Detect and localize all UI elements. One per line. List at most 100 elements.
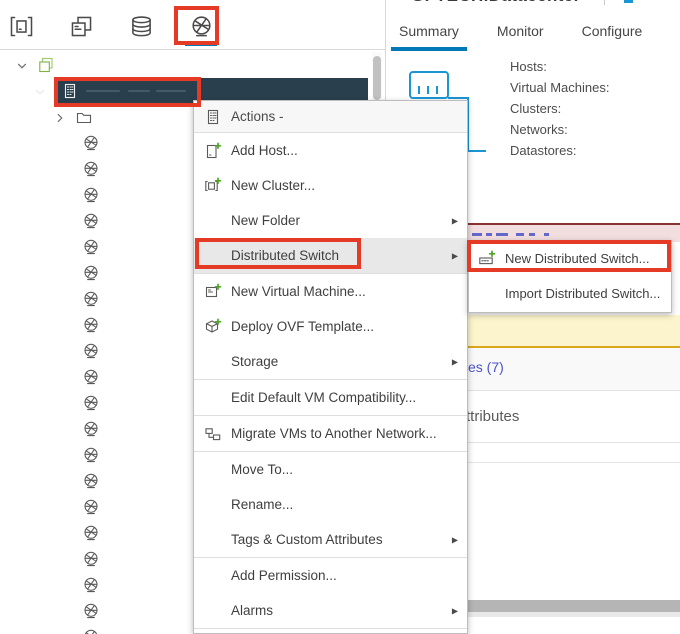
chevron-right-icon[interactable] (54, 111, 66, 123)
submenu-item-import-distributed-switch[interactable]: Import Distributed Switch... (469, 276, 671, 311)
menu-item-label: New Virtual Machine... (231, 284, 366, 299)
clipped-alarm-link[interactable] (472, 233, 482, 236)
network-icon (82, 524, 100, 542)
menu-item-label: Move To... (231, 462, 293, 477)
menu-item-new-virtual-machine[interactable]: New Virtual Machine... (194, 274, 467, 309)
menu-item-rename[interactable]: Rename... (194, 487, 467, 522)
tab-summary[interactable]: Summary (398, 20, 460, 48)
menu-item-label: New Cluster... (231, 178, 315, 193)
menu-icon-spacer (204, 531, 224, 549)
network-icon (82, 602, 100, 620)
network-icon (82, 420, 100, 438)
network-icon (82, 472, 100, 490)
network-icon (82, 498, 100, 516)
network-icon (82, 576, 100, 594)
clipped-alarm-link[interactable] (544, 233, 549, 236)
summary-stat-labels: Hosts:Virtual Machines:Clusters:Networks… (510, 56, 609, 161)
menu-icon-spacer (204, 353, 224, 371)
actions-menu-fragment[interactable] (624, 0, 633, 3)
summary-label: Virtual Machines: (510, 77, 609, 98)
menu-item-label: Actions - (231, 109, 284, 124)
annotation-box-networking-icon (174, 6, 219, 45)
clipped-alarm-link[interactable] (516, 233, 524, 236)
annotation-box-datacenter-row (54, 77, 201, 107)
menu-item-add-permission[interactable]: Add Permission... (194, 558, 467, 593)
menu-header-actions: Actions - (194, 101, 467, 132)
submenu-arrow-icon: ▶ (452, 606, 458, 615)
header-divider (604, 0, 605, 5)
storage-icon[interactable] (128, 13, 154, 39)
network-icon (82, 186, 100, 204)
submenu-item-label: Import Distributed Switch... (505, 286, 660, 301)
annotation-box-new-distributed-switch (467, 240, 671, 272)
menu-item-label: Add Permission... (231, 568, 337, 583)
menu-item-alarms[interactable]: Alarms ▶ (194, 593, 467, 628)
network-icon (82, 316, 100, 334)
network-icon (82, 368, 100, 386)
hosts-and-clusters-icon[interactable] (8, 13, 34, 39)
clipped-count-link[interactable]: es (7) (468, 359, 504, 375)
menu-item-label: Tags & Custom Attributes (231, 532, 383, 547)
tree-scrollbar-thumb[interactable] (373, 56, 381, 100)
clipped-alarm-link[interactable] (496, 233, 508, 236)
context-menu: Actions - Add Host... New Cluster... New Fo… (193, 100, 468, 634)
vsphere-client-window: GI-TECH.Datacenter Summary Monitor Configu… (0, 0, 680, 634)
vcenter-icon (37, 56, 55, 74)
chevron-down-icon[interactable] (34, 85, 46, 97)
menu-item-new-folder[interactable]: New Folder▶ (194, 203, 467, 238)
datacenter-icon (204, 108, 224, 126)
host-add-icon (204, 142, 224, 160)
horizontal-scrollbar-track (466, 612, 680, 617)
menu-separator (194, 628, 467, 629)
menu-item-storage[interactable]: Storage ▶ (194, 344, 467, 379)
network-icon (82, 628, 100, 634)
network-icon (82, 160, 100, 178)
submenu-arrow-icon: ▶ (452, 251, 458, 260)
annotation-box-distributed-switch (195, 238, 361, 269)
menu-item-move-to[interactable]: Move To... (194, 452, 467, 487)
cluster-add-icon (204, 177, 224, 195)
object-header-clipped: GI-TECH.Datacenter (386, 0, 680, 8)
tab-monitor[interactable]: Monitor (496, 20, 545, 48)
network-icon (82, 446, 100, 464)
network-icon (82, 550, 100, 568)
menu-item-migrate-vms-to-another-network[interactable]: Migrate VMs to Another Network... (194, 416, 467, 451)
network-icon (82, 342, 100, 360)
menu-item-label: Add Host... (231, 143, 298, 158)
menu-item-label: Storage (231, 354, 278, 369)
horizontal-scrollbar[interactable] (466, 600, 680, 612)
network-icon (82, 238, 100, 256)
menu-item-new-cluster[interactable]: New Cluster... (194, 168, 467, 203)
menu-item-label: Edit Default VM Compatibility... (231, 390, 416, 405)
menu-item-edit-default-vm-compatibility[interactable]: Edit Default VM Compatibility... (194, 380, 467, 415)
tab-configure[interactable]: Configure (581, 20, 644, 48)
menu-item-tags-custom-attributes[interactable]: Tags & Custom Attributes▶ (194, 522, 467, 557)
chevron-down-icon[interactable] (16, 59, 28, 71)
menu-item-label: Alarms (231, 603, 273, 618)
summary-label: Hosts: (510, 56, 609, 77)
migrate-icon (204, 425, 224, 443)
object-tabs: SummaryMonitorConfigurePermissions (386, 20, 680, 48)
menu-item-label: Deploy OVF Template... (231, 319, 374, 334)
menu-item-label: New Folder (231, 213, 300, 228)
menu-item-deploy-ovf-template[interactable]: Deploy OVF Template... (194, 309, 467, 344)
clipped-alarm-link[interactable] (486, 233, 492, 236)
menu-item-add-host[interactable]: Add Host... (194, 133, 467, 168)
clipped-attributes-heading: ttributes (466, 408, 519, 425)
network-icon (82, 290, 100, 308)
clipped-alarm-link[interactable] (529, 233, 535, 236)
vms-and-templates-icon[interactable] (68, 13, 94, 39)
object-title: GI-TECH.Datacenter (411, 0, 581, 6)
tree-item-vcenter[interactable] (0, 52, 368, 78)
menu-item-label: Migrate VMs to Another Network... (231, 426, 437, 441)
folder-icon (75, 108, 93, 126)
summary-label: Clusters: (510, 98, 609, 119)
menu-icon-spacer (204, 389, 224, 407)
datacenter-icon (388, 0, 404, 6)
menu-icon-spacer (204, 602, 224, 620)
menu-icon-spacer (204, 461, 224, 479)
submenu-arrow-icon: ▶ (452, 357, 458, 366)
menu-item-label: Rename... (231, 497, 293, 512)
menu-icon-spacer (204, 567, 224, 585)
network-icon (82, 134, 100, 152)
